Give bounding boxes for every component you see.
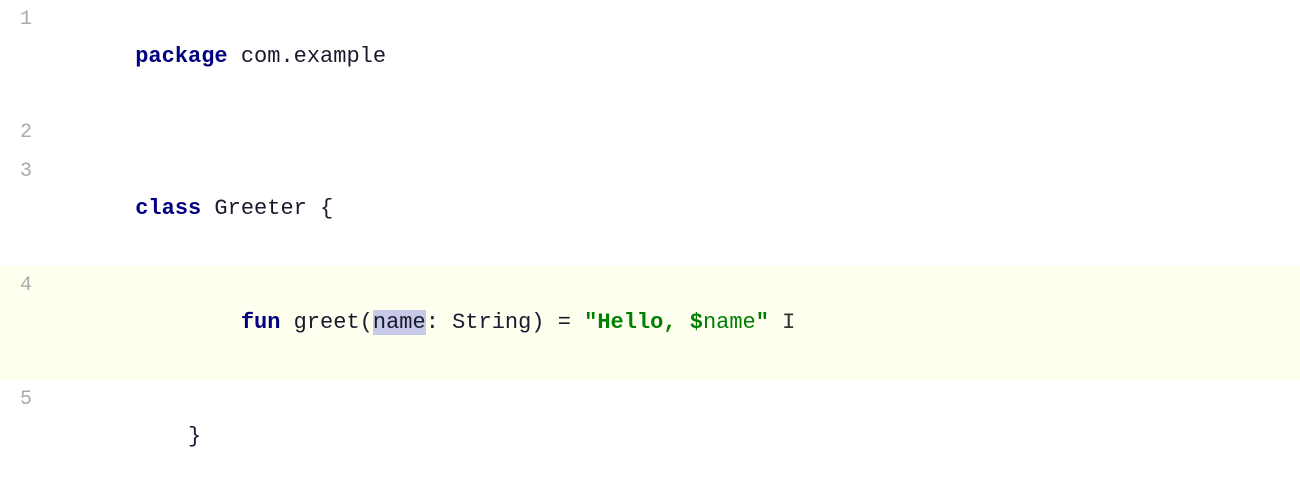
keyword-package: package: [135, 44, 227, 69]
string-var-name: name: [703, 310, 756, 335]
line-content-1: package com.example: [48, 0, 1300, 114]
line-number-2: 2: [0, 114, 48, 152]
line-number-3: 3: [0, 153, 48, 191]
code-line-3: 3 class Greeter {: [0, 152, 1300, 266]
keyword-class: class: [135, 196, 201, 221]
class-name: Greeter {: [201, 196, 333, 221]
code-line-4: 4 fun greet(name: String) = "Hello, $nam…: [0, 266, 1300, 380]
text-cursor: I: [769, 310, 795, 335]
line-content-5: }: [48, 380, 1300, 494]
package-name: com.example: [228, 44, 386, 69]
code-line-1: 1 package com.example: [0, 0, 1300, 114]
string-close-quote: ": [756, 310, 769, 335]
line-number-5: 5: [0, 381, 48, 419]
string-hello: "Hello, $: [584, 310, 703, 335]
code-editor[interactable]: 1 package com.example 2 3 class Greeter …: [0, 0, 1300, 503]
closing-brace: }: [135, 424, 201, 449]
line-number-1: 1: [0, 1, 48, 39]
code-line-2: 2: [0, 114, 1300, 152]
param-name-highlight: name: [373, 310, 426, 335]
method-name: greet(: [280, 310, 372, 335]
code-line-5: 5 }: [0, 380, 1300, 494]
line-content-4: fun greet(name: String) = "Hello, $name"…: [48, 266, 1300, 380]
line-number-4: 4: [0, 267, 48, 305]
param-type: : String) =: [426, 310, 584, 335]
keyword-fun: fun: [241, 310, 281, 335]
indent-spaces: [135, 310, 241, 335]
line-content-3: class Greeter {: [48, 152, 1300, 266]
